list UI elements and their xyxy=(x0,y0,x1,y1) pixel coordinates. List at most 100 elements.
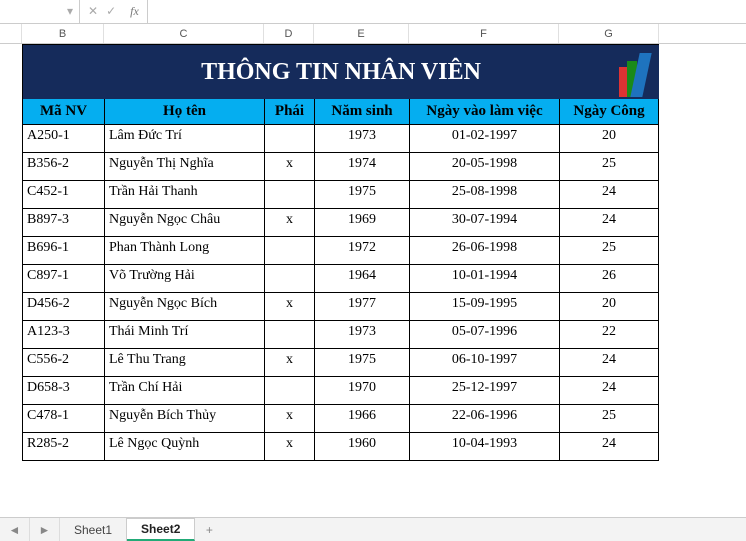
cell-nam_sinh[interactable]: 1973 xyxy=(314,321,409,349)
formula-input[interactable] xyxy=(148,0,746,23)
cell-ngay_vao[interactable]: 22-06-1996 xyxy=(409,405,559,433)
cell-phai[interactable]: x xyxy=(264,349,314,377)
cell-ho_ten[interactable]: Võ Trường Hải xyxy=(104,265,264,293)
col-header-c[interactable]: C xyxy=(104,24,264,43)
tab-nav-right[interactable]: ► xyxy=(30,518,60,541)
cell-ngay_vao[interactable]: 10-01-1994 xyxy=(409,265,559,293)
cell-phai[interactable]: x xyxy=(264,405,314,433)
cell-ngay_vao[interactable]: 20-05-1998 xyxy=(409,153,559,181)
cell-ngay_vao[interactable]: 01-02-1997 xyxy=(409,125,559,153)
cell-ma_nv[interactable]: R285-2 xyxy=(22,433,104,461)
cell-ho_ten[interactable]: Trần Hải Thanh xyxy=(104,181,264,209)
cell-ngay_cong[interactable]: 24 xyxy=(559,377,659,405)
cell-ngay_vao[interactable]: 05-07-1996 xyxy=(409,321,559,349)
cell-phai[interactable] xyxy=(264,237,314,265)
cell-nam_sinh[interactable]: 1960 xyxy=(314,433,409,461)
col-header-d[interactable]: D xyxy=(264,24,314,43)
cell-nam_sinh[interactable]: 1969 xyxy=(314,209,409,237)
cell-phai[interactable] xyxy=(264,181,314,209)
cell-ngay_vao[interactable]: 26-06-1998 xyxy=(409,237,559,265)
cell-phai[interactable] xyxy=(264,265,314,293)
cell-phai[interactable]: x xyxy=(264,433,314,461)
cell-ngay_vao[interactable]: 25-08-1998 xyxy=(409,181,559,209)
dropdown-icon[interactable]: ▾ xyxy=(67,4,73,19)
nav-right-icon: ► xyxy=(39,523,51,537)
cell-ngay_vao[interactable]: 15-09-1995 xyxy=(409,293,559,321)
cell-ngay_cong[interactable]: 24 xyxy=(559,433,659,461)
cell-ma_nv[interactable]: D658-3 xyxy=(22,377,104,405)
cell-ho_ten[interactable]: Nguyễn Ngọc Châu xyxy=(104,209,264,237)
confirm-icon[interactable]: ✓ xyxy=(106,4,116,19)
cell-nam_sinh[interactable]: 1975 xyxy=(314,181,409,209)
cell-phai[interactable]: x xyxy=(264,293,314,321)
cell-ho_ten[interactable]: Nguyễn Ngọc Bích xyxy=(104,293,264,321)
cell-ngay_vao[interactable]: 30-07-1994 xyxy=(409,209,559,237)
cell-ho_ten[interactable]: Phan Thành Long xyxy=(104,237,264,265)
th-ma-nv[interactable]: Mã NV xyxy=(22,99,104,125)
cell-ho_ten[interactable]: Lê Thu Trang xyxy=(104,349,264,377)
col-header-e[interactable]: E xyxy=(314,24,409,43)
cell-ma_nv[interactable]: C452-1 xyxy=(22,181,104,209)
table-row: B356-2Nguyễn Thị Nghĩax197420-05-199825 xyxy=(22,153,659,181)
cell-ngay_cong[interactable]: 25 xyxy=(559,237,659,265)
cell-ngay_cong[interactable]: 26 xyxy=(559,265,659,293)
tab-add[interactable]: + xyxy=(195,518,223,541)
name-box[interactable]: ▾ xyxy=(0,0,80,23)
cell-nam_sinh[interactable]: 1972 xyxy=(314,237,409,265)
select-all-corner[interactable] xyxy=(0,24,22,43)
cell-ma_nv[interactable]: C897-1 xyxy=(22,265,104,293)
cell-ma_nv[interactable]: D456-2 xyxy=(22,293,104,321)
cell-ho_ten[interactable]: Lê Ngọc Quỳnh xyxy=(104,433,264,461)
cell-ngay_cong[interactable]: 22 xyxy=(559,321,659,349)
col-header-g[interactable]: G xyxy=(559,24,659,43)
cell-ngay_cong[interactable]: 25 xyxy=(559,153,659,181)
cell-phai[interactable] xyxy=(264,377,314,405)
th-phai[interactable]: Phái xyxy=(264,99,314,125)
th-ho-ten[interactable]: Họ tên xyxy=(104,99,264,125)
cell-ngay_cong[interactable]: 20 xyxy=(559,125,659,153)
cell-phai[interactable]: x xyxy=(264,209,314,237)
cell-nam_sinh[interactable]: 1974 xyxy=(314,153,409,181)
cell-ngay_vao[interactable]: 10-04-1993 xyxy=(409,433,559,461)
cell-ngay_vao[interactable]: 25-12-1997 xyxy=(409,377,559,405)
cell-phai[interactable]: x xyxy=(264,153,314,181)
cell-ma_nv[interactable]: A250-1 xyxy=(22,125,104,153)
tab-sheet1[interactable]: Sheet1 xyxy=(60,518,127,541)
th-nam-sinh[interactable]: Năm sinh xyxy=(314,99,409,125)
table-row: B696-1Phan Thành Long 197226-06-199825 xyxy=(22,237,659,265)
banner-row[interactable]: THÔNG TIN NHÂN VIÊN xyxy=(22,44,659,99)
cell-ngay_vao[interactable]: 06-10-1997 xyxy=(409,349,559,377)
th-ngay-cong[interactable]: Ngày Công xyxy=(559,99,659,125)
cell-nam_sinh[interactable]: 1977 xyxy=(314,293,409,321)
cell-phai[interactable] xyxy=(264,321,314,349)
col-header-b[interactable]: B xyxy=(22,24,104,43)
cell-ho_ten[interactable]: Nguyễn Bích Thủy xyxy=(104,405,264,433)
fx-label[interactable]: fx xyxy=(130,4,139,19)
cell-nam_sinh[interactable]: 1970 xyxy=(314,377,409,405)
cell-phai[interactable] xyxy=(264,125,314,153)
cell-ma_nv[interactable]: C556-2 xyxy=(22,349,104,377)
cell-ngay_cong[interactable]: 24 xyxy=(559,209,659,237)
tab-sheet2[interactable]: Sheet2 xyxy=(127,518,195,541)
cell-ngay_cong[interactable]: 20 xyxy=(559,293,659,321)
tab-nav-left[interactable]: ◄ xyxy=(0,518,30,541)
cell-nam_sinh[interactable]: 1973 xyxy=(314,125,409,153)
cancel-icon[interactable]: ✕ xyxy=(88,4,98,19)
th-ngay-vao[interactable]: Ngày vào làm việc xyxy=(409,99,559,125)
cell-ngay_cong[interactable]: 24 xyxy=(559,181,659,209)
cell-ho_ten[interactable]: Thái Minh Trí xyxy=(104,321,264,349)
cell-ngay_cong[interactable]: 25 xyxy=(559,405,659,433)
cell-nam_sinh[interactable]: 1964 xyxy=(314,265,409,293)
cell-ngay_cong[interactable]: 24 xyxy=(559,349,659,377)
cell-ma_nv[interactable]: B696-1 xyxy=(22,237,104,265)
cell-ma_nv[interactable]: B897-3 xyxy=(22,209,104,237)
cell-ho_ten[interactable]: Lâm Đức Trí xyxy=(104,125,264,153)
cell-ma_nv[interactable]: A123-3 xyxy=(22,321,104,349)
cell-ma_nv[interactable]: B356-2 xyxy=(22,153,104,181)
cell-ma_nv[interactable]: C478-1 xyxy=(22,405,104,433)
col-header-f[interactable]: F xyxy=(409,24,559,43)
cell-nam_sinh[interactable]: 1975 xyxy=(314,349,409,377)
cell-ho_ten[interactable]: Nguyễn Thị Nghĩa xyxy=(104,153,264,181)
cell-nam_sinh[interactable]: 1966 xyxy=(314,405,409,433)
cell-ho_ten[interactable]: Trần Chí Hải xyxy=(104,377,264,405)
